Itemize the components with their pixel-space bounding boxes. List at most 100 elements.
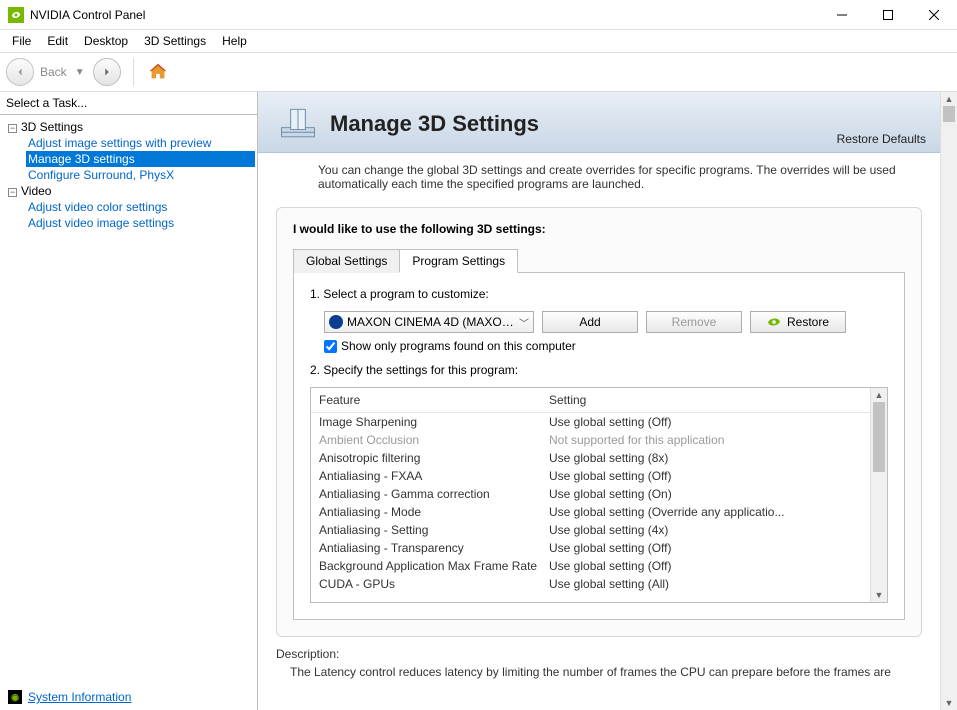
grid-header: Feature Setting: [311, 388, 870, 413]
page-intro: You can change the global 3D settings an…: [258, 153, 940, 201]
page-title: Manage 3D Settings: [330, 111, 539, 137]
toolbar-divider: [133, 58, 134, 86]
add-button[interactable]: Add: [542, 311, 638, 333]
scroll-down-icon[interactable]: ▼: [941, 696, 957, 710]
main-scrollbar[interactable]: ▲ ▼: [940, 92, 957, 710]
tree-collapse-icon[interactable]: −: [8, 124, 17, 133]
program-select-value: MAXON CINEMA 4D (MAXON CI...: [347, 315, 515, 329]
home-button[interactable]: [146, 60, 170, 84]
tree-cat-label: 3D Settings: [21, 120, 83, 134]
nvidia-icon: ◉: [8, 690, 22, 704]
scroll-down-icon[interactable]: ▼: [871, 588, 887, 602]
feature-cell: Ambient Occlusion: [319, 433, 549, 447]
tree-cat-video[interactable]: −Video: [2, 183, 255, 199]
feature-cell: Antialiasing - Setting: [319, 523, 549, 537]
grid-row[interactable]: Image SharpeningUse global setting (Off): [311, 413, 870, 431]
feature-cell: Antialiasing - Gamma correction: [319, 487, 549, 501]
remove-button: Remove: [646, 311, 742, 333]
page-header-icon: [276, 102, 320, 146]
maximize-button[interactable]: [865, 0, 911, 30]
restore-button-label: Restore: [787, 315, 829, 329]
settings-panel: I would like to use the following 3D set…: [276, 207, 922, 637]
tree-item-video-color[interactable]: Adjust video color settings: [26, 199, 255, 215]
tab-program-settings[interactable]: Program Settings: [399, 249, 518, 273]
setting-cell[interactable]: Use global setting (4x): [549, 523, 862, 537]
feature-cell: CUDA - GPUs: [319, 577, 549, 591]
tree-cat-label: Video: [21, 184, 51, 198]
program-select[interactable]: MAXON CINEMA 4D (MAXON CI... ﹀: [324, 311, 534, 333]
setting-cell[interactable]: Use global setting (Off): [549, 541, 862, 555]
tree-item-configure-surround[interactable]: Configure Surround, PhysX: [26, 167, 255, 183]
grid-row[interactable]: Ambient OcclusionNot supported for this …: [311, 431, 870, 449]
scroll-thumb[interactable]: [943, 106, 955, 122]
grid-row[interactable]: Anisotropic filteringUse global setting …: [311, 449, 870, 467]
description-label: Description:: [276, 647, 922, 661]
menu-3d-settings[interactable]: 3D Settings: [136, 32, 214, 50]
menu-desktop[interactable]: Desktop: [76, 32, 136, 50]
setting-cell[interactable]: Use global setting (On): [549, 487, 862, 501]
scroll-up-icon[interactable]: ▲: [871, 388, 887, 402]
toolbar: Back ▼: [0, 52, 957, 92]
feature-cell: Image Sharpening: [319, 415, 549, 429]
sidebar-header: Select a Task...: [0, 92, 257, 115]
panel-title: I would like to use the following 3D set…: [293, 222, 905, 236]
grid-row[interactable]: Antialiasing - TransparencyUse global se…: [311, 539, 870, 557]
setting-cell[interactable]: Use global setting (Off): [549, 469, 862, 483]
grid-row[interactable]: Antialiasing - ModeUse global setting (O…: [311, 503, 870, 521]
setting-cell[interactable]: Use global setting (Off): [549, 415, 862, 429]
grid-row[interactable]: Antialiasing - FXAAUse global setting (O…: [311, 467, 870, 485]
show-only-checkbox[interactable]: Show only programs found on this compute…: [324, 339, 888, 353]
program-icon: [329, 315, 343, 329]
main-content: Manage 3D Settings Restore Defaults You …: [258, 92, 940, 710]
back-button[interactable]: [6, 58, 34, 86]
menu-file[interactable]: File: [4, 32, 39, 50]
tree-item-manage-3d[interactable]: Manage 3D settings: [26, 151, 255, 167]
setting-cell[interactable]: Use global setting (All): [549, 577, 862, 591]
back-dropdown-icon[interactable]: ▼: [75, 67, 85, 78]
tree-item-adjust-image[interactable]: Adjust image settings with preview: [26, 135, 255, 151]
description-text: The Latency control reduces latency by l…: [276, 665, 922, 679]
settings-grid: Feature Setting Image SharpeningUse glob…: [310, 387, 888, 603]
app-icon: [8, 7, 24, 23]
step-2-label: 2. Specify the settings for this program…: [310, 363, 888, 377]
tree-item-video-image[interactable]: Adjust video image settings: [26, 215, 255, 231]
setting-cell[interactable]: Not supported for this application: [549, 433, 862, 447]
restore-defaults-link[interactable]: Restore Defaults: [837, 132, 926, 146]
col-setting-header[interactable]: Setting: [541, 388, 870, 412]
menu-help[interactable]: Help: [214, 32, 255, 50]
tabs: Global Settings Program Settings: [293, 248, 905, 273]
restore-button[interactable]: Restore: [750, 311, 846, 333]
grid-row[interactable]: Antialiasing - Gamma correctionUse globa…: [311, 485, 870, 503]
step-1-label: 1. Select a program to customize:: [310, 287, 888, 301]
remove-button-label: Remove: [672, 315, 717, 329]
close-button[interactable]: [911, 0, 957, 30]
menu-edit[interactable]: Edit: [39, 32, 76, 50]
show-only-checkbox-input[interactable]: [324, 340, 337, 353]
grid-row[interactable]: Antialiasing - SettingUse global setting…: [311, 521, 870, 539]
setting-cell[interactable]: Use global setting (Override any applica…: [549, 505, 862, 519]
chevron-down-icon: ﹀: [519, 315, 529, 330]
add-button-label: Add: [579, 315, 600, 329]
col-feature-header[interactable]: Feature: [311, 388, 541, 412]
setting-cell[interactable]: Use global setting (8x): [549, 451, 862, 465]
feature-cell: Anisotropic filtering: [319, 451, 549, 465]
show-only-label: Show only programs found on this compute…: [341, 339, 576, 353]
system-information-link[interactable]: ◉ System Information: [0, 684, 257, 710]
tab-global-settings[interactable]: Global Settings: [293, 249, 400, 273]
feature-cell: Antialiasing - FXAA: [319, 469, 549, 483]
tree-cat-3d-settings[interactable]: −3D Settings: [2, 119, 255, 135]
forward-button[interactable]: [93, 58, 121, 86]
grid-row[interactable]: Background Application Max Frame RateUse…: [311, 557, 870, 575]
scroll-up-icon[interactable]: ▲: [941, 92, 957, 106]
scroll-thumb[interactable]: [873, 402, 885, 472]
feature-cell: Antialiasing - Transparency: [319, 541, 549, 555]
description-section: Description: The Latency control reduces…: [258, 637, 940, 679]
titlebar: NVIDIA Control Panel: [0, 0, 957, 30]
setting-cell[interactable]: Use global setting (Off): [549, 559, 862, 573]
grid-row[interactable]: CUDA - GPUsUse global setting (All): [311, 575, 870, 593]
back-label: Back: [40, 65, 67, 79]
grid-scrollbar[interactable]: ▲ ▼: [870, 388, 887, 602]
tree-collapse-icon[interactable]: −: [8, 188, 17, 197]
minimize-button[interactable]: [819, 0, 865, 30]
nvidia-logo-icon: [767, 317, 781, 327]
